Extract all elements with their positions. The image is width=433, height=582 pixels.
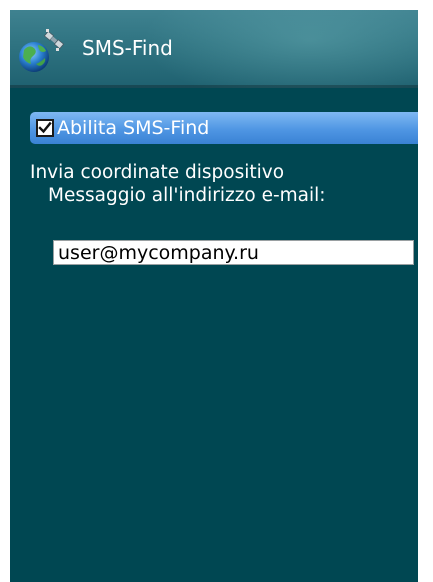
send-coordinates-label: Invia coordinate dispositivo bbox=[30, 162, 285, 183]
enable-label: Abilita SMS-Find bbox=[57, 117, 210, 139]
enable-sms-find-option[interactable]: Abilita SMS-Find bbox=[30, 112, 418, 144]
checkmark-icon bbox=[38, 121, 52, 134]
email-field[interactable] bbox=[53, 240, 414, 265]
app-screen: SMS-Find Abilita SMS-Find Invia coordina… bbox=[10, 10, 418, 582]
email-message-label: Messaggio all'indirizzo e-mail: bbox=[48, 185, 326, 206]
enable-checkbox[interactable] bbox=[36, 119, 54, 137]
title-bar: SMS-Find bbox=[10, 10, 418, 88]
app-title: SMS-Find bbox=[82, 36, 173, 60]
satellite-globe-icon bbox=[19, 29, 65, 72]
